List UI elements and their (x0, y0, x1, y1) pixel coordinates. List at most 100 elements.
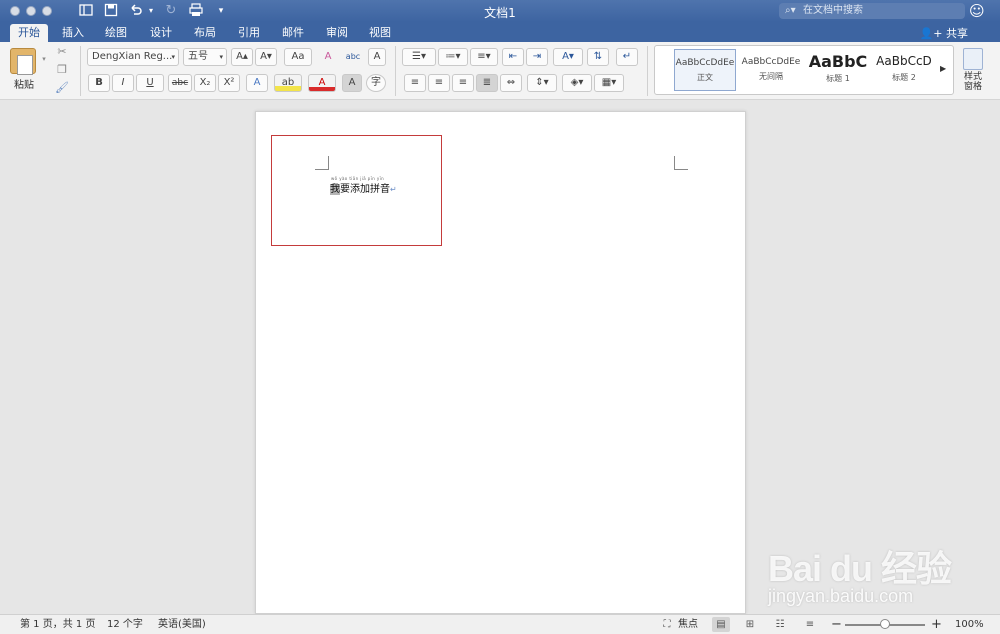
sort-button[interactable]: ⇅ (587, 48, 609, 66)
align-center-button[interactable]: ≡ (428, 74, 450, 92)
strikethrough-button[interactable]: abc (168, 74, 192, 92)
style-name: 标题 1 (826, 74, 850, 83)
italic-button[interactable]: I (112, 74, 134, 92)
ribbon: ▾ 粘贴 ✂ ❐ 🖌 DengXian Reg... ▾ 五号 ▾ A▴ A▾ … (0, 42, 1000, 100)
styles-pane-label: 样式 窗格 (963, 72, 982, 92)
align-left-icon: ≡ (410, 77, 420, 88)
change-case-button[interactable]: Aa (284, 48, 312, 66)
paste-icon[interactable] (10, 48, 36, 75)
gallery-next-icon[interactable]: ▶ (940, 64, 946, 73)
phonetic-guide-button[interactable]: abc (342, 48, 364, 66)
paste-dropdown-icon[interactable]: ▾ (37, 52, 51, 66)
body-text-rest: 要添加拼音 (340, 184, 390, 195)
bullets-button[interactable]: ☰▾ (402, 48, 436, 66)
styles-gallery: AaBbCcDdEe 正文 AaBbCcDdEe 无间隔 AaBbC 标题 1 … (654, 45, 954, 95)
ribbon-separator (80, 46, 81, 96)
chevron-down-icon: ▾ (219, 53, 223, 61)
highlight-color-button[interactable]: ab (274, 74, 302, 92)
tab-review[interactable]: 审阅 (319, 24, 355, 42)
document-page[interactable]: wǒ yào tiān jiā pīn yīn 我要添加拼音↵ (255, 111, 746, 614)
tab-layout[interactable]: 布局 (187, 24, 223, 42)
shrink-font-button[interactable]: A▾ (255, 48, 277, 66)
zoom-level[interactable]: 100% (955, 615, 984, 634)
tab-view[interactable]: 视图 (362, 24, 398, 42)
paint-bucket-icon: ◈▾ (570, 77, 584, 88)
style-sample: AaBbCcDdEe (675, 58, 735, 68)
focus-icon[interactable]: ⛶ (658, 617, 676, 632)
crop-mark-top-right (674, 156, 688, 170)
share-button[interactable]: 👤+ 共享 (920, 25, 968, 41)
tab-design[interactable]: 设计 (143, 24, 179, 42)
print-layout-view-icon[interactable]: ▤ (712, 617, 730, 632)
distribute-icon: ⇔ (506, 77, 516, 88)
multilevel-list-icon: ≡▾ (477, 51, 491, 62)
grow-font-button[interactable]: A▴ (231, 48, 253, 66)
page-count[interactable]: 第 1 页，共 1 页 (20, 615, 95, 634)
font-color-button[interactable]: A (308, 74, 336, 92)
text-direction-button[interactable]: A▾ (553, 48, 583, 66)
distributed-button[interactable]: ⇔ (500, 74, 522, 92)
paste-label: 粘贴 (14, 80, 34, 91)
watermark-url: jingyan.baidu.com (768, 586, 914, 606)
tab-home[interactable]: 开始 (10, 24, 48, 42)
zoom-slider-thumb[interactable] (880, 619, 890, 629)
search-input[interactable]: ⌕▾ 在文档中搜索 (779, 3, 965, 19)
multilevel-list-button[interactable]: ≡▾ (470, 48, 498, 66)
word-count[interactable]: 12 个字 (107, 615, 143, 634)
draft-view-icon[interactable]: ≡ (801, 617, 819, 632)
borders-button[interactable]: ▦▾ (594, 74, 624, 92)
outline-view-icon[interactable]: ☷ (771, 617, 789, 632)
web-layout-view-icon[interactable]: ⊞ (741, 617, 759, 632)
enclose-characters-button[interactable]: 字 (366, 74, 386, 92)
font-size-value: 五号 (188, 51, 208, 62)
format-painter-icon[interactable]: 🖌 (55, 81, 69, 95)
font-name-select[interactable]: DengXian Reg... ▾ (87, 48, 179, 66)
borders-icon: ▦▾ (601, 77, 617, 88)
font-size-select[interactable]: 五号 ▾ (183, 48, 227, 66)
styles-pane-button[interactable]: 样式 窗格 (958, 48, 988, 92)
ribbon-tab-bar: 开始 插入 绘图 设计 布局 引用 邮件 审阅 视图 👤+ 共享 (0, 22, 1000, 42)
increase-indent-button[interactable]: ⇥ (526, 48, 548, 66)
zoom-out-button[interactable]: − (831, 615, 842, 634)
justify-button[interactable]: ≣ (476, 74, 498, 92)
show-marks-button[interactable]: ↵ (616, 48, 638, 66)
style-normal[interactable]: AaBbCcDdEe 正文 (674, 49, 736, 91)
watermark-logo: Bai du 经验 (768, 548, 952, 589)
cut-icon[interactable]: ✂ (55, 45, 69, 59)
align-left-button[interactable]: ≡ (404, 74, 426, 92)
tab-references[interactable]: 引用 (231, 24, 267, 42)
crop-mark-top-left (315, 156, 329, 170)
chevron-down-icon: ▾ (171, 53, 175, 61)
justify-icon: ≣ (482, 77, 492, 88)
style-heading-2[interactable]: AaBbCcD 标题 2 (873, 49, 935, 91)
bold-button[interactable]: B (88, 74, 110, 92)
tab-draw[interactable]: 绘图 (98, 24, 134, 42)
style-heading-1[interactable]: AaBbC 标题 1 (807, 49, 869, 91)
ribbon-separator (647, 46, 648, 96)
tab-insert[interactable]: 插入 (55, 24, 91, 42)
character-border-button[interactable]: A (368, 48, 386, 66)
copy-icon[interactable]: ❐ (55, 63, 69, 77)
status-bar: 第 1 页，共 1 页 12 个字 英语(美国) ⛶ 焦点 ▤ ⊞ ☷ ≡ − … (0, 614, 1000, 634)
tab-mailings[interactable]: 邮件 (275, 24, 311, 42)
character-shading-button[interactable]: A (342, 74, 362, 92)
superscript-button[interactable]: X² (218, 74, 240, 92)
align-right-button[interactable]: ≡ (452, 74, 474, 92)
title-bar: ▾ ↻ ▾ 文档1 ⌕▾ 在文档中搜索 ☺ (0, 0, 1000, 22)
clear-formatting-button[interactable]: A (317, 48, 339, 66)
text-effects-button[interactable]: A (246, 74, 268, 92)
underline-button[interactable]: U (136, 74, 164, 92)
feedback-smiley-icon[interactable]: ☺ (969, 2, 985, 20)
zoom-in-button[interactable]: + (931, 615, 942, 634)
language-indicator[interactable]: 英语(美国) (158, 615, 206, 634)
subscript-button[interactable]: X₂ (194, 74, 216, 92)
shading-button[interactable]: ◈▾ (562, 74, 592, 92)
numbering-button[interactable]: ≔▾ (438, 48, 468, 66)
add-person-icon: 👤+ (919, 27, 943, 40)
document-body-text[interactable]: 我要添加拼音↵ (330, 180, 397, 195)
line-spacing-button[interactable]: ⇕▾ (527, 74, 557, 92)
focus-label[interactable]: 焦点 (678, 615, 698, 634)
style-name: 正文 (697, 73, 713, 82)
style-no-spacing[interactable]: AaBbCcDdEe 无间隔 (740, 49, 802, 91)
decrease-indent-button[interactable]: ⇤ (502, 48, 524, 66)
